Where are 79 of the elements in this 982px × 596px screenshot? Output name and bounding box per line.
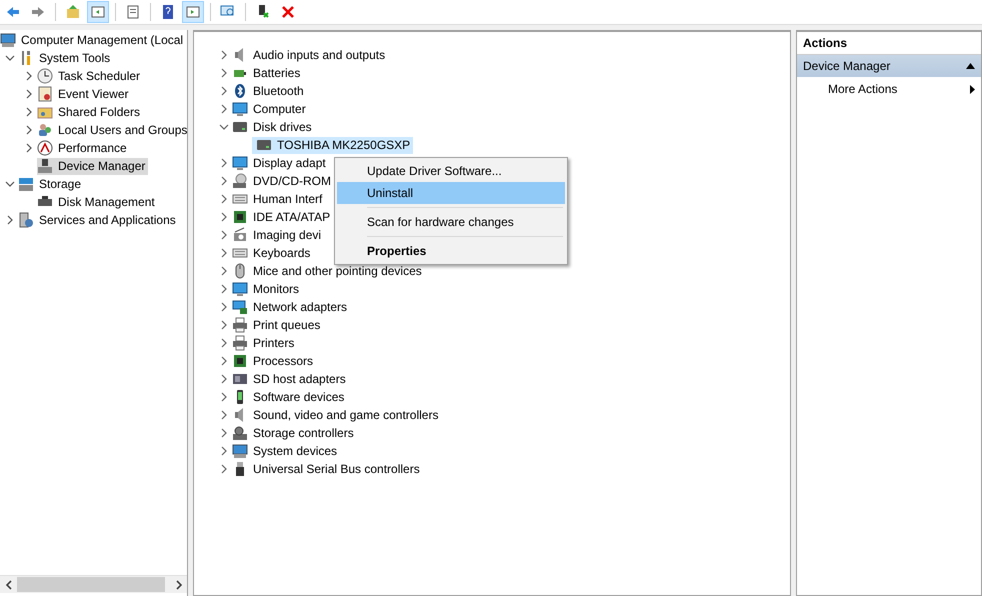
printer-icon bbox=[232, 317, 248, 333]
close-icon bbox=[280, 4, 296, 20]
device-category[interactable]: Universal Serial Bus controllers bbox=[232, 460, 423, 478]
menu-item[interactable]: Scan for hardware changes bbox=[337, 211, 565, 233]
device-category[interactable]: Bluetooth bbox=[232, 82, 307, 100]
device-category[interactable]: Display adapt bbox=[232, 154, 329, 172]
back-arrow-icon bbox=[5, 4, 21, 20]
device-category[interactable]: Keyboards bbox=[232, 244, 314, 262]
horizontal-scrollbar[interactable] bbox=[0, 575, 187, 593]
tree-item[interactable]: Performance bbox=[37, 140, 130, 156]
printer-icon bbox=[232, 335, 248, 351]
chip-icon bbox=[232, 209, 248, 225]
monitor-icon bbox=[232, 155, 248, 171]
collapse-triangle-icon[interactable] bbox=[966, 63, 975, 69]
device-category[interactable]: Computer bbox=[232, 100, 309, 118]
device-category[interactable]: System devices bbox=[232, 442, 340, 460]
forward-arrow-icon bbox=[30, 4, 46, 20]
drive-icon bbox=[232, 119, 248, 135]
section-title: Device Manager bbox=[803, 59, 890, 73]
pane-toggle-icon bbox=[185, 4, 201, 20]
device-category[interactable]: Storage controllers bbox=[232, 424, 357, 442]
monitor-icon bbox=[232, 281, 248, 297]
clock-icon bbox=[37, 68, 53, 84]
card-reader-icon bbox=[232, 371, 248, 387]
chip-icon bbox=[232, 353, 248, 369]
action-pane-button[interactable] bbox=[182, 1, 204, 23]
device-category[interactable]: DVD/CD-ROM bbox=[232, 172, 334, 190]
tree-item[interactable]: Event Viewer bbox=[37, 86, 132, 102]
tree-item[interactable]: Disk Management bbox=[37, 194, 158, 210]
console-tree-button[interactable] bbox=[87, 1, 109, 23]
device-category[interactable]: Printers bbox=[232, 334, 298, 352]
up-folder-icon bbox=[65, 4, 81, 20]
action-item[interactable]: More Actions bbox=[797, 77, 981, 101]
camera-icon bbox=[232, 227, 248, 243]
tree-item[interactable]: Task Scheduler bbox=[37, 68, 144, 84]
storage-icon bbox=[18, 176, 34, 192]
device-category[interactable]: Monitors bbox=[232, 280, 302, 298]
disc-drive-icon bbox=[232, 173, 248, 189]
tree-item[interactable]: Services and Applications bbox=[18, 212, 179, 228]
device-category[interactable]: Print queues bbox=[232, 316, 324, 334]
properties-icon bbox=[125, 4, 141, 20]
submenu-arrow-icon bbox=[970, 84, 975, 94]
tree-item[interactable]: System Tools bbox=[18, 50, 114, 66]
menu-item[interactable]: Properties bbox=[337, 240, 565, 262]
server-icon bbox=[18, 212, 34, 228]
network-card-icon bbox=[232, 299, 248, 315]
device-category[interactable]: Disk drives bbox=[232, 118, 315, 136]
device-icon bbox=[37, 158, 53, 174]
users-icon bbox=[37, 122, 53, 138]
device-category[interactable]: Mice and other pointing devices bbox=[232, 262, 425, 280]
tree-item[interactable]: Device Manager bbox=[37, 158, 148, 174]
device-category[interactable]: Network adapters bbox=[232, 298, 350, 316]
scroll-right-icon[interactable] bbox=[174, 580, 182, 590]
tree-item[interactable]: Shared Folders bbox=[37, 104, 144, 120]
tree-item[interactable]: Storage bbox=[18, 176, 84, 192]
bluetooth-icon bbox=[232, 83, 248, 99]
gauge-icon bbox=[37, 140, 53, 156]
device-category[interactable]: Human Interf bbox=[232, 190, 326, 208]
device-category[interactable]: Batteries bbox=[232, 64, 304, 82]
menu-item[interactable]: Update Driver Software... bbox=[337, 160, 565, 182]
actions-section[interactable]: Device Manager bbox=[797, 55, 981, 77]
device-category[interactable]: IDE ATA/ATAP bbox=[232, 208, 334, 226]
tree-item[interactable]: Local Users and Groups bbox=[37, 122, 187, 138]
pane-toggle-icon bbox=[90, 4, 106, 20]
device-category[interactable]: Processors bbox=[232, 352, 316, 370]
drive-icon bbox=[256, 137, 272, 153]
device-category[interactable]: SD host adapters bbox=[232, 370, 349, 388]
device-category[interactable]: Audio inputs and outputs bbox=[232, 46, 388, 64]
log-icon bbox=[37, 86, 53, 102]
computer-icon bbox=[232, 443, 248, 459]
help-icon bbox=[160, 4, 176, 20]
device-item[interactable]: TOSHIBA MK2250GSXP bbox=[252, 136, 414, 154]
menu-item[interactable]: Uninstall bbox=[337, 182, 565, 204]
device-category[interactable]: Imaging devi bbox=[232, 226, 324, 244]
monitor-icon bbox=[232, 101, 248, 117]
device-category[interactable]: Software devices bbox=[232, 388, 348, 406]
tree-item[interactable]: Computer Management (Local bbox=[0, 32, 186, 48]
device-category[interactable]: Sound, video and game controllers bbox=[232, 406, 442, 424]
scroll-left-icon[interactable] bbox=[4, 580, 12, 590]
